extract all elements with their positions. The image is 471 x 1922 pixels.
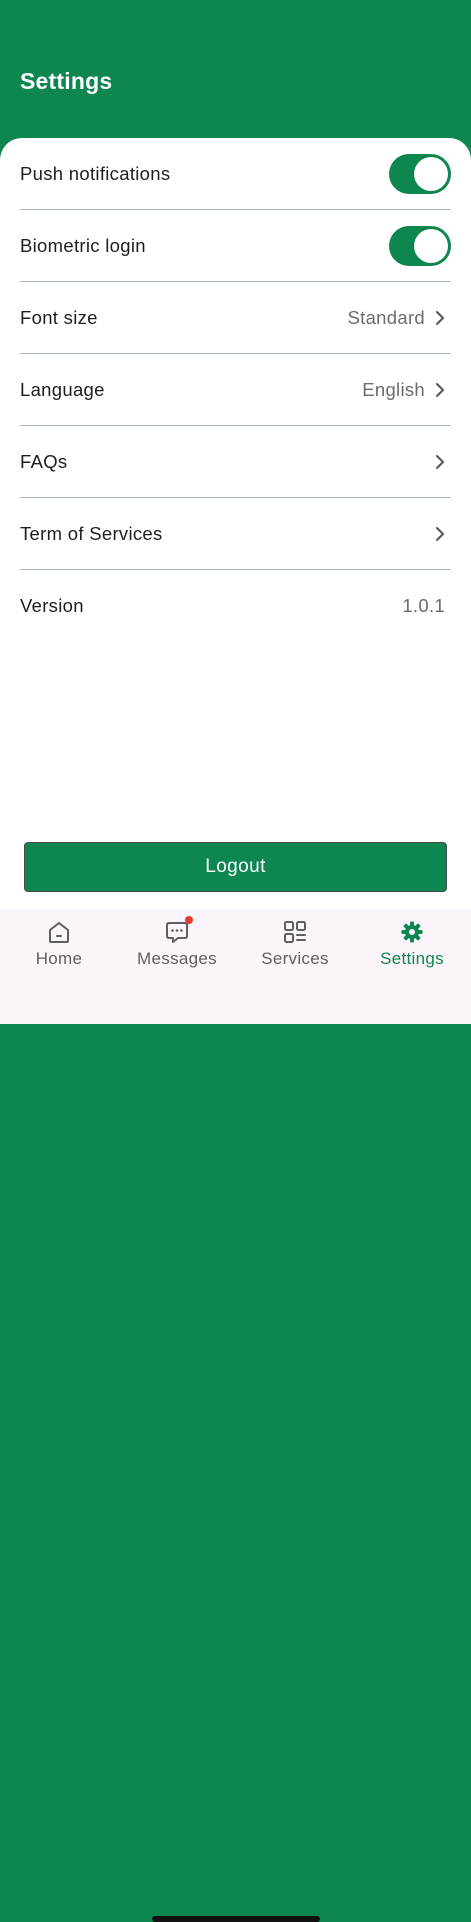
version-label: Version xyxy=(20,595,84,616)
language-row[interactable]: Language English xyxy=(20,354,451,426)
language-value: English xyxy=(362,378,425,400)
biometric-login-label: Biometric login xyxy=(20,234,146,256)
terms-row[interactable]: Term of Services xyxy=(20,498,451,570)
settings-list: Push notifications Biometric login Font … xyxy=(0,138,471,642)
faqs-label: FAQs xyxy=(20,450,68,472)
version-row: Version 1.0.1 xyxy=(20,570,451,642)
faqs-row[interactable]: FAQs xyxy=(20,426,451,498)
tab-settings[interactable]: Settings xyxy=(353,919,471,979)
tab-home-label: Home xyxy=(35,949,83,968)
push-notifications-label: Push notifications xyxy=(20,162,171,184)
push-notifications-row: Push notifications xyxy=(20,138,451,210)
font-size-label: Font size xyxy=(20,306,98,328)
language-label: Language xyxy=(20,378,105,400)
page-title: Settings xyxy=(20,68,113,94)
messages-icon-wrap xyxy=(164,916,193,945)
chevron-right-icon xyxy=(436,382,444,397)
services-grid-icon xyxy=(284,921,306,943)
tab-services-label: Services xyxy=(261,949,329,968)
notification-badge xyxy=(185,916,193,924)
font-size-value: Standard xyxy=(347,306,425,328)
biometric-login-toggle[interactable] xyxy=(389,225,451,266)
font-size-row[interactable]: Font size Standard xyxy=(20,282,451,354)
chevron-right-icon xyxy=(436,310,444,325)
logout-button[interactable]: Logout xyxy=(24,842,447,892)
tab-messages-label: Messages xyxy=(137,949,217,968)
tab-messages[interactable]: Messages xyxy=(118,916,236,979)
toggle-knob xyxy=(414,156,448,191)
terms-label: Term of Services xyxy=(20,522,163,544)
home-indicator xyxy=(152,1916,320,1922)
push-notifications-toggle[interactable] xyxy=(389,153,451,194)
tab-home[interactable]: Home xyxy=(0,919,118,979)
gear-icon xyxy=(401,921,423,943)
biometric-login-row: Biometric login xyxy=(20,210,451,282)
toggle-knob xyxy=(414,228,448,263)
chevron-right-icon xyxy=(436,526,444,541)
tab-services[interactable]: Services xyxy=(236,919,354,979)
version-value: 1.0.1 xyxy=(402,595,445,616)
chevron-right-icon xyxy=(436,454,444,469)
tab-settings-label: Settings xyxy=(380,949,444,968)
home-icon xyxy=(49,922,69,943)
settings-sheet: Push notifications Biometric login Font … xyxy=(0,138,471,1024)
bottom-tab-bar: Home Messages Services Settings xyxy=(0,909,471,1922)
